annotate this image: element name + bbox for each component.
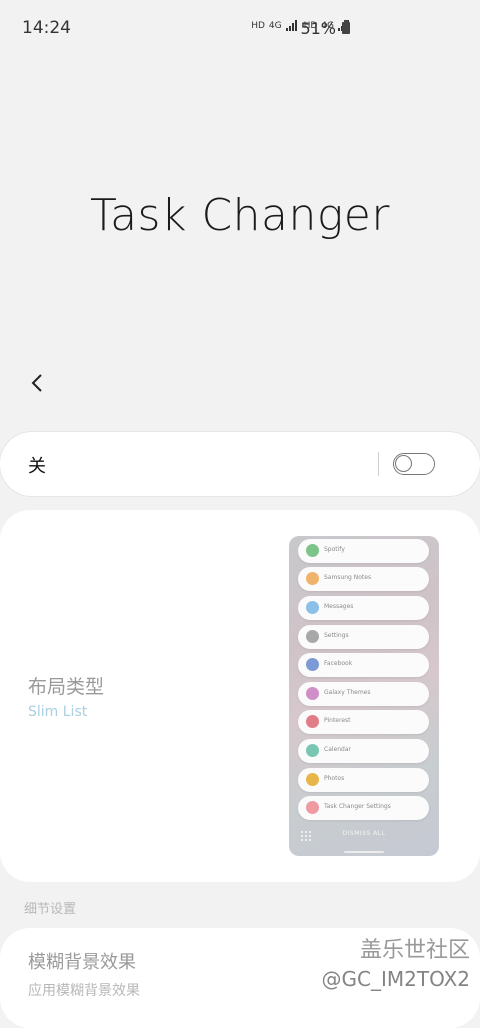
app-icon (306, 773, 319, 786)
master-toggle[interactable] (393, 453, 435, 475)
dismiss-all-label: DISMISS ALL (342, 830, 386, 837)
app-icon (306, 572, 319, 585)
preview-item-label: Messages (324, 603, 354, 610)
preview-item-label: Samsung Notes (324, 574, 372, 581)
app-icon (306, 801, 319, 814)
preview-item: Spotify (298, 539, 429, 563)
chevron-left-icon (31, 374, 42, 392)
preview-item-label: Pinterest (324, 717, 351, 724)
app-icon (306, 544, 319, 557)
preview-item: Pinterest (298, 710, 429, 734)
app-icon (306, 658, 319, 671)
layout-type-value: Slim List (28, 704, 88, 720)
preview-item-label: Photos (324, 775, 345, 782)
app-icon (306, 630, 319, 643)
layout-type-title: 布局类型 (28, 676, 105, 698)
layout-preview: Spotify Samsung Notes Messages Settings … (289, 536, 439, 856)
back-button[interactable] (22, 368, 52, 398)
watermark-title: 盖乐世社区 (359, 938, 470, 963)
toggle-knob (395, 455, 412, 472)
app-icon (306, 715, 319, 728)
status-bar: 14:24 HD 4G HD 4G 51% (0, 0, 480, 58)
watermark-handle: @GC_IM2TOX2 (321, 967, 470, 991)
hd-badge: HD (251, 20, 265, 31)
preview-item-label: Settings (324, 632, 349, 639)
master-switch-row[interactable]: 关 (0, 432, 480, 496)
preview-item: Messages (298, 596, 429, 620)
preview-item: Galaxy Themes (298, 682, 429, 706)
preview-item: Settings (298, 625, 429, 649)
preview-item: Task Changer Settings (298, 796, 429, 820)
network-type: 4G (268, 20, 282, 31)
preview-item: Facebook (298, 653, 429, 677)
app-icon (306, 744, 319, 757)
preview-item: Calendar (298, 739, 429, 763)
layout-type-card[interactable]: 布局类型 Slim List Spotify Samsung Notes Mes… (0, 510, 480, 882)
home-indicator (344, 851, 384, 853)
preview-item-label: Galaxy Themes (324, 689, 371, 696)
preview-item-label: Task Changer Settings (324, 803, 391, 810)
divider (378, 452, 379, 476)
preview-item-label: Calendar (324, 746, 351, 753)
battery-icon (342, 20, 350, 34)
app-icon (306, 687, 319, 700)
status-time: 14:24 (22, 18, 71, 38)
switch-label: 关 (28, 456, 46, 477)
app-icon (306, 601, 319, 614)
page-title: Task Changer (90, 190, 390, 241)
preview-item: Samsung Notes (298, 567, 429, 591)
preview-item: Photos (298, 768, 429, 792)
preview-item-label: Spotify (324, 546, 345, 553)
signal-icon (285, 20, 297, 31)
blur-background-title: 模糊背景效果 (28, 952, 136, 973)
battery-percent: 51% (300, 19, 336, 38)
preview-item-label: Facebook (324, 660, 353, 667)
section-header-details: 细节设置 (24, 902, 77, 917)
blur-background-subtitle: 应用模糊背景效果 (28, 983, 140, 999)
